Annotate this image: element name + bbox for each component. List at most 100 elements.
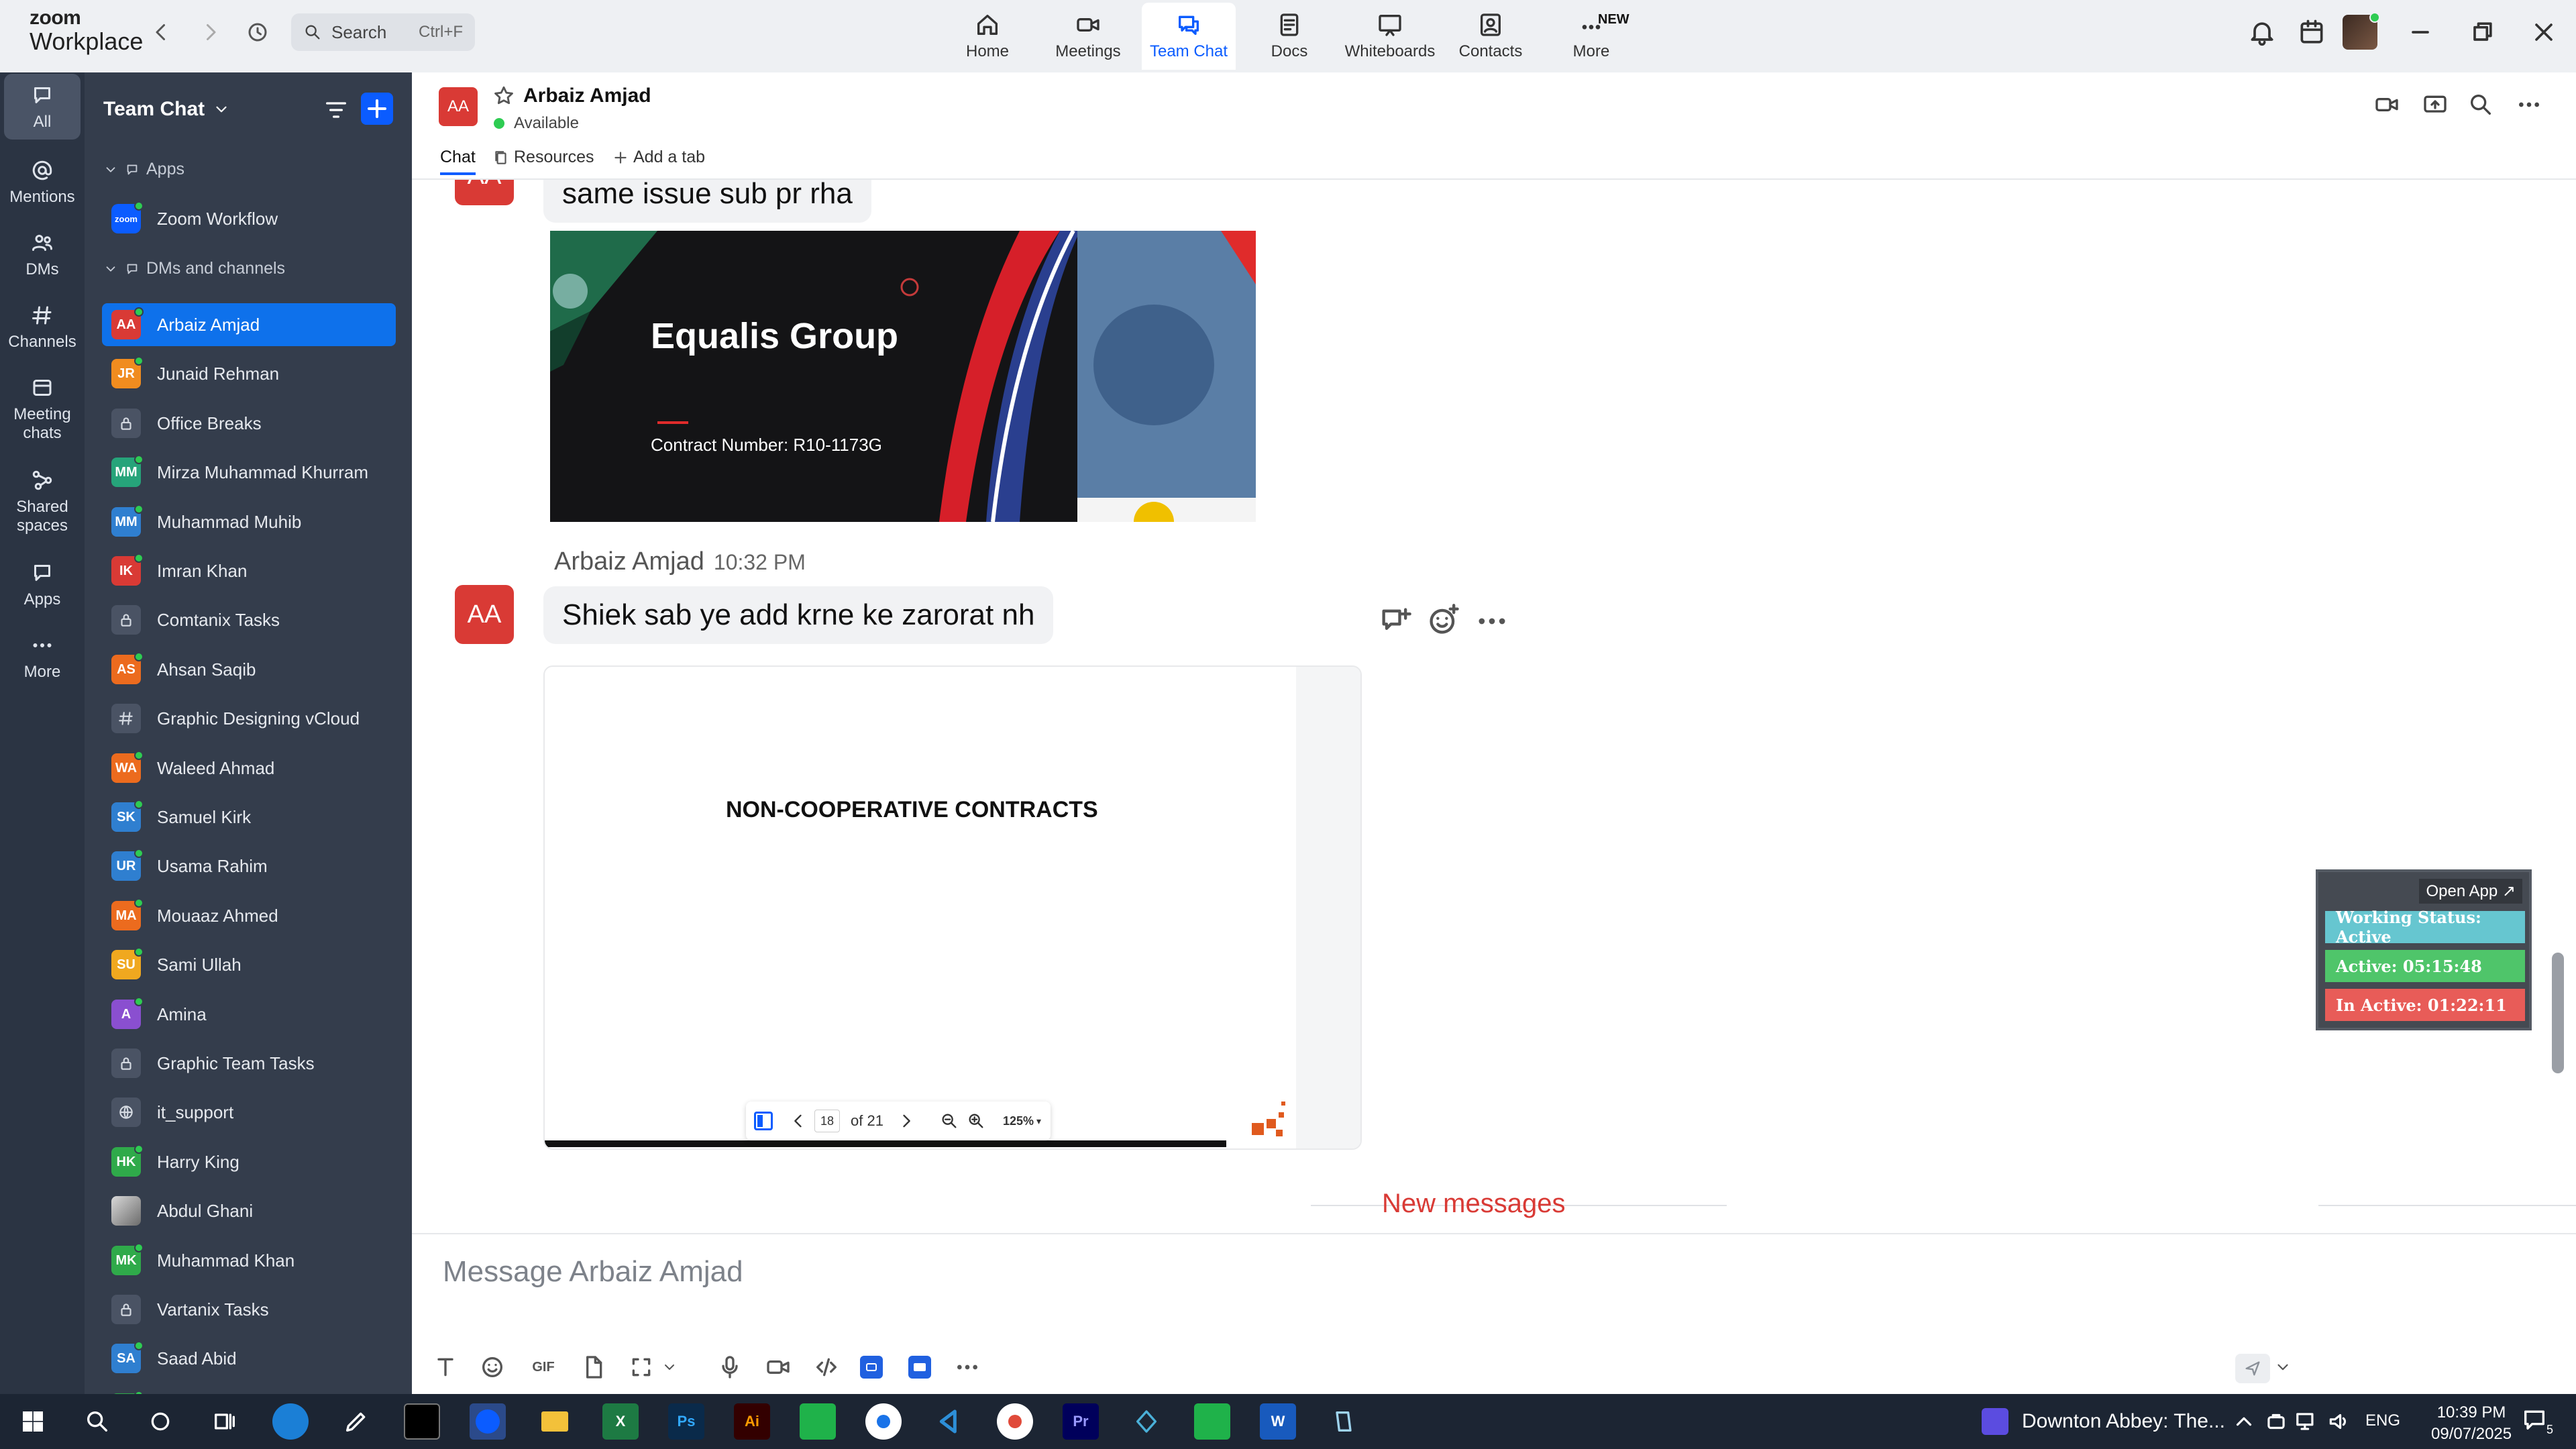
code-snippet-icon[interactable] bbox=[813, 1354, 840, 1381]
sidebar-toggle-icon[interactable] bbox=[754, 1112, 773, 1130]
sidebar-item-junaid-rehman[interactable]: JR Junaid Rehman bbox=[102, 352, 396, 395]
chrome-icon[interactable] bbox=[865, 1403, 902, 1440]
sidebar-title[interactable]: Team Chat bbox=[103, 98, 230, 121]
word-icon[interactable]: W bbox=[1260, 1403, 1296, 1440]
windows-start-icon[interactable] bbox=[15, 1403, 51, 1440]
notification-center-icon[interactable]: 5 bbox=[2521, 1406, 2553, 1437]
notepad-icon[interactable] bbox=[1326, 1403, 1362, 1440]
message-bubble[interactable]: same issue sub pr rha bbox=[543, 180, 871, 223]
back-arrow-icon[interactable] bbox=[149, 20, 173, 44]
pdf-page-input[interactable]: 18 bbox=[814, 1110, 840, 1132]
minimize-icon[interactable] bbox=[2406, 17, 2435, 47]
chevron-down-icon[interactable] bbox=[661, 1354, 678, 1381]
terminal-icon[interactable] bbox=[404, 1403, 440, 1440]
more-tools-icon[interactable] bbox=[954, 1354, 981, 1381]
zoom-in-icon[interactable] bbox=[967, 1112, 985, 1130]
sidebar-item-graphic-designing-vcloud[interactable]: Graphic Designing vCloud bbox=[102, 697, 396, 740]
vpn-icon[interactable] bbox=[2263, 1409, 2289, 1434]
search-box[interactable]: Search Ctrl+F bbox=[291, 13, 475, 51]
share-screen-icon[interactable] bbox=[2422, 91, 2449, 118]
topnav-docs[interactable]: Docs bbox=[1242, 3, 1336, 70]
gif-button[interactable]: GIF bbox=[523, 1354, 564, 1381]
sidebar-item-waleed-ahmad[interactable]: WA Waleed Ahmad bbox=[102, 747, 396, 790]
microphone-icon[interactable] bbox=[716, 1354, 743, 1381]
sidebar-item-muhammad-khan[interactable]: MK Muhammad Khan bbox=[102, 1239, 396, 1282]
send-button[interactable] bbox=[2235, 1354, 2270, 1383]
topnav-whiteboards[interactable]: Whiteboards bbox=[1343, 3, 1437, 70]
network-icon[interactable] bbox=[2294, 1409, 2320, 1434]
message-avatar[interactable]: AA bbox=[455, 180, 514, 205]
prev-page-icon[interactable] bbox=[789, 1112, 808, 1130]
screenshot-icon[interactable] bbox=[628, 1354, 655, 1381]
new-chat-plus-button[interactable] bbox=[361, 93, 393, 125]
filter-icon[interactable] bbox=[323, 97, 350, 123]
topnav-home[interactable]: Home bbox=[941, 3, 1034, 70]
history-icon[interactable] bbox=[246, 20, 270, 44]
sidebar-item-graphic-team-tasks[interactable]: Graphic Team Tasks bbox=[102, 1042, 396, 1085]
sidebar-item-abdul-ghani[interactable]: Abdul Ghani bbox=[102, 1189, 396, 1232]
sidebar-item-ahsan-saqib[interactable]: AS Ahsan Saqib bbox=[102, 648, 396, 691]
sidebar-item-office-breaks[interactable]: Office Breaks bbox=[102, 402, 396, 445]
chat-scrollbar-thumb[interactable] bbox=[2552, 953, 2564, 1073]
sidebar-item-vartanix-tasks[interactable]: Vartanix Tasks bbox=[102, 1288, 396, 1331]
text-format-icon[interactable] bbox=[432, 1354, 459, 1381]
green-app-icon[interactable] bbox=[800, 1403, 836, 1440]
tab-chat[interactable]: Chat bbox=[440, 148, 476, 175]
message-input[interactable] bbox=[443, 1250, 2187, 1293]
excel-icon[interactable]: X bbox=[602, 1403, 639, 1440]
sidebar-item-harry-king[interactable]: HK Harry King bbox=[102, 1140, 396, 1183]
sidebar-item-samuel-kirk[interactable]: SK Samuel Kirk bbox=[102, 796, 396, 839]
emoji-icon[interactable] bbox=[479, 1354, 506, 1381]
sidebar-item-saad-abid[interactable]: SA Saad Abid bbox=[102, 1337, 396, 1380]
sidebar-item-it-support[interactable]: it_support bbox=[102, 1091, 396, 1134]
taskbar-zoom-icon[interactable] bbox=[470, 1403, 506, 1440]
add-reaction-icon[interactable] bbox=[1426, 602, 1461, 637]
pdf-zoom-level[interactable]: 125% bbox=[1003, 1114, 1034, 1128]
sidebar-item-sami-ullah[interactable]: SU Sami Ullah bbox=[102, 943, 396, 986]
sidebar-item-imran-khan[interactable]: IK Imran Khan bbox=[102, 549, 396, 592]
pen-tool-icon[interactable] bbox=[338, 1403, 374, 1440]
open-app-button[interactable]: Open App ↗ bbox=[2419, 879, 2522, 904]
message-avatar[interactable]: AA bbox=[455, 585, 514, 644]
sidebar-item-amina[interactable]: A Amina bbox=[102, 993, 396, 1036]
contact-avatar[interactable]: AA bbox=[439, 87, 478, 126]
media-widget[interactable]: Downton Abbey: The... bbox=[1982, 1406, 2225, 1437]
sidebar-item-arbaiz-amjad[interactable]: AA Arbaiz Amjad bbox=[102, 303, 396, 346]
tray-chevron-up-icon[interactable] bbox=[2231, 1409, 2257, 1434]
close-icon[interactable] bbox=[2529, 17, 2559, 47]
search-icon[interactable] bbox=[2467, 91, 2494, 118]
forward-arrow-icon[interactable] bbox=[199, 20, 223, 44]
send-options-chevron-icon[interactable] bbox=[2274, 1354, 2292, 1381]
green-app-2-icon[interactable] bbox=[1194, 1403, 1230, 1440]
message-more-icon[interactable] bbox=[1474, 604, 1509, 639]
maximize-icon[interactable] bbox=[2467, 17, 2497, 47]
topnav-team-chat[interactable]: Team Chat bbox=[1142, 3, 1236, 70]
system-clock[interactable]: 10:39 PM 09/07/2025 bbox=[2431, 1402, 2512, 1446]
tab-resources[interactable]: Resources bbox=[492, 148, 594, 167]
rail-dms[interactable]: DMs bbox=[4, 231, 80, 279]
file-explorer-icon[interactable] bbox=[537, 1403, 573, 1440]
sidebar-item-mirza-muhammad-khurram[interactable]: MM Mirza Muhammad Khurram bbox=[102, 451, 396, 494]
edge-browser-icon[interactable] bbox=[272, 1403, 309, 1440]
file-attach-icon[interactable] bbox=[580, 1354, 606, 1381]
rail-apps[interactable]: Apps bbox=[4, 561, 80, 609]
video-message-icon[interactable] bbox=[765, 1354, 792, 1381]
contact-name[interactable]: Arbaiz Amjad bbox=[523, 85, 651, 107]
zoom-out-icon[interactable] bbox=[940, 1112, 959, 1130]
chrome-profile-icon[interactable] bbox=[997, 1403, 1033, 1440]
premiere-icon[interactable]: Pr bbox=[1063, 1403, 1099, 1440]
pdf-attachment[interactable]: NON-COOPERATIVE CONTRACTS 18 of 21 125% … bbox=[543, 665, 1362, 1150]
image-attachment[interactable]: Equalis Group Contract Number: R10-1173G bbox=[550, 231, 1256, 522]
rail-all[interactable]: All bbox=[4, 74, 80, 140]
rail-more[interactable]: More bbox=[4, 633, 80, 682]
more-options-icon[interactable] bbox=[2516, 91, 2542, 118]
topnav-meetings[interactable]: Meetings bbox=[1041, 3, 1135, 70]
sidebar-item-mouaaz-ahmed[interactable]: MA Mouaaz Ahmed bbox=[102, 894, 396, 937]
topnav-contacts[interactable]: Contacts bbox=[1444, 3, 1538, 70]
video-call-icon[interactable] bbox=[2373, 91, 2400, 118]
zoom-app-icon[interactable] bbox=[860, 1356, 883, 1379]
tab-add[interactable]: Add a tab bbox=[612, 148, 705, 167]
whiteboard-app-icon[interactable] bbox=[908, 1356, 931, 1379]
user-avatar[interactable] bbox=[2343, 12, 2380, 50]
photoshop-icon[interactable]: Ps bbox=[668, 1403, 704, 1440]
